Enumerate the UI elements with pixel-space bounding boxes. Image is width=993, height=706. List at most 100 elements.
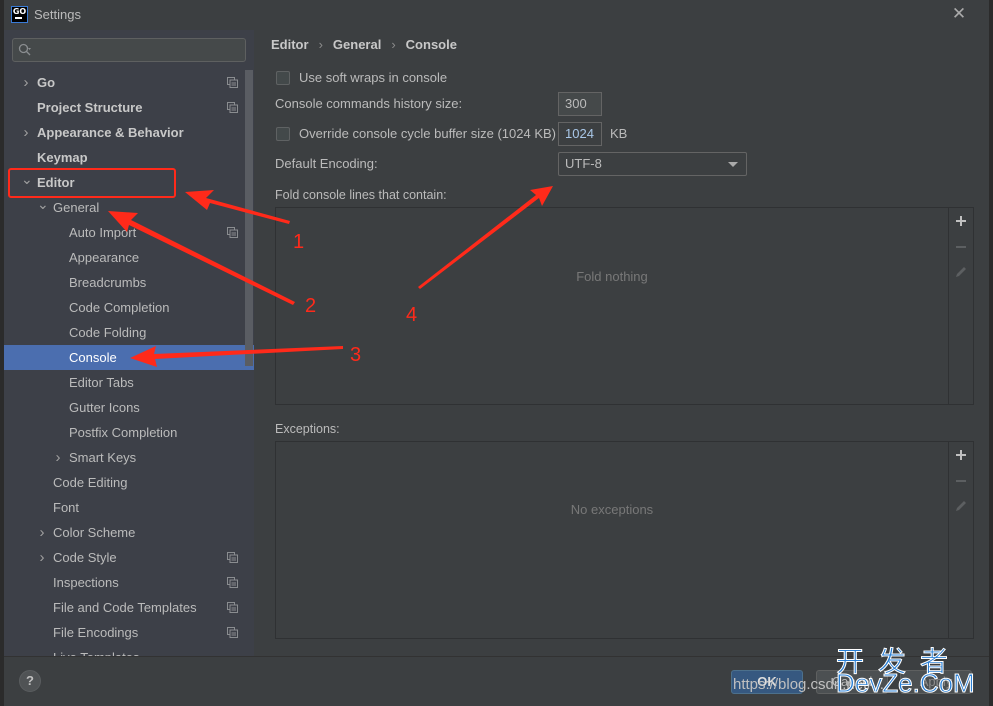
window-title: Settings: [34, 7, 81, 22]
sidebar-item-appearance[interactable]: Appearance: [4, 245, 254, 270]
sidebar-item-code-folding[interactable]: Code Folding: [4, 320, 254, 345]
goland-app-icon: GO: [11, 6, 28, 23]
encoding-value: UTF-8: [565, 156, 602, 171]
help-button[interactable]: ?: [19, 670, 41, 692]
sidebar-item-editor-tabs[interactable]: Editor Tabs: [4, 370, 254, 395]
sidebar-item-label: Keymap: [37, 150, 88, 165]
project-level-settings-icon: [227, 627, 238, 638]
sidebar-item-console[interactable]: Console: [4, 345, 254, 370]
sidebar-item-label: Auto Import: [69, 225, 137, 240]
cycle-buffer-checkbox[interactable]: [276, 126, 290, 141]
fold-lines-list-body[interactable]: Fold nothing: [276, 208, 949, 404]
chevron-down-icon[interactable]: ⌄: [37, 195, 49, 220]
remove-icon[interactable]: [954, 240, 968, 254]
sidebar-item-inspections[interactable]: Inspections: [4, 570, 254, 595]
project-level-settings-icon: [227, 577, 238, 588]
exceptions-list[interactable]: No exceptions: [275, 441, 974, 639]
sidebar-item-label: Appearance & Behavior: [37, 125, 184, 140]
sidebar-item-label: Code Completion: [69, 300, 170, 315]
breadcrumb-separator: ›: [391, 37, 396, 52]
sidebar-item-go[interactable]: › Go: [4, 70, 254, 95]
sidebar-item-appearance-behavior[interactable]: › Appearance & Behavior: [4, 120, 254, 145]
sidebar-item-color-scheme[interactable]: › Color Scheme: [4, 520, 254, 545]
encoding-row: Default Encoding:: [275, 156, 378, 171]
chevron-right-icon[interactable]: ›: [37, 520, 47, 545]
chevron-right-icon[interactable]: ›: [37, 545, 47, 570]
exceptions-empty-text: No exceptions: [570, 502, 654, 517]
sidebar-item-general[interactable]: ⌄ General: [4, 195, 254, 220]
sidebar-item-label: Console: [69, 350, 117, 365]
breadcrumb-item-console: Console: [405, 37, 457, 52]
cycle-buffer-unit: KB: [610, 126, 628, 141]
sidebar-item-file-and-code-templates[interactable]: File and Code Templates: [4, 595, 254, 620]
soft-wraps-row: Use soft wraps in console: [272, 70, 447, 85]
sidebar-item-label: Postfix Completion: [69, 425, 178, 440]
exceptions-toolbar: [949, 442, 973, 638]
sidebar-item-breadcrumbs[interactable]: Breadcrumbs: [4, 270, 254, 295]
project-level-settings-icon: [227, 602, 238, 613]
sidebar-item-label: Go: [37, 75, 56, 90]
dropdown-arrow-icon: [728, 162, 738, 167]
sidebar-item-label: File and Code Templates: [53, 600, 197, 615]
sidebar-item-label: Live Templates: [53, 645, 139, 656]
add-icon[interactable]: [954, 448, 968, 462]
sidebar-item-label: Breadcrumbs: [69, 275, 147, 290]
sidebar-item-code-style[interactable]: › Code Style: [4, 545, 254, 570]
settings-sidebar: › Go Project Structure › Appearance & Behavi…: [4, 30, 254, 656]
cycle-buffer-input[interactable]: 1024: [558, 122, 602, 146]
close-button[interactable]: ✕: [951, 5, 967, 22]
chevron-right-icon[interactable]: ›: [53, 445, 63, 470]
sidebar-item-smart-keys[interactable]: › Smart Keys: [4, 445, 254, 470]
sidebar-item-gutter-icons[interactable]: Gutter Icons: [4, 395, 254, 420]
sidebar-item-project-structure[interactable]: Project Structure: [4, 95, 254, 120]
sidebar-item-label: Code Style: [53, 550, 117, 565]
history-size-row: Console commands history size:: [275, 96, 462, 111]
breadcrumb-item-general[interactable]: General: [333, 37, 381, 52]
chevron-right-icon[interactable]: ›: [21, 70, 31, 95]
sidebar-item-label: Color Scheme: [53, 525, 136, 540]
sidebar-item-label: Project Structure: [37, 100, 143, 115]
project-level-settings-icon: [227, 552, 238, 563]
chevron-down-icon[interactable]: ⌄: [21, 170, 33, 195]
breadcrumb: Editor › General › Console: [271, 37, 457, 52]
settings-search-input[interactable]: [12, 38, 246, 62]
sidebar-item-code-completion[interactable]: Code Completion: [4, 295, 254, 320]
sidebar-item-label: Appearance: [69, 250, 140, 265]
sidebar-item-label: Editor Tabs: [69, 375, 134, 390]
breadcrumb-item-editor[interactable]: Editor: [271, 37, 309, 52]
sidebar-item-font[interactable]: Font: [4, 495, 254, 520]
sidebar-item-code-editing[interactable]: Code Editing: [4, 470, 254, 495]
sidebar-item-label: Gutter Icons: [69, 400, 140, 415]
sidebar-item-auto-import[interactable]: Auto Import: [4, 220, 254, 245]
sidebar-scrollbar[interactable]: [245, 70, 253, 366]
fold-lines-empty-text: Fold nothing: [576, 269, 648, 284]
soft-wraps-checkbox[interactable]: [276, 70, 290, 85]
sidebar-item-file-encodings[interactable]: File Encodings: [4, 620, 254, 645]
sidebar-item-label: Font: [53, 500, 80, 515]
title-bar: GO Settings ✕: [4, 0, 989, 30]
edit-icon[interactable]: [954, 499, 968, 513]
breadcrumb-separator: ›: [318, 37, 323, 52]
sidebar-item-live-templates[interactable]: Live Templates: [4, 645, 254, 656]
sidebar-item-label: File Encodings: [53, 625, 139, 640]
chevron-right-icon[interactable]: ›: [21, 120, 31, 145]
remove-icon[interactable]: [954, 474, 968, 488]
settings-dialog: GO Settings ✕ › Go Project Structure › Appea…: [0, 0, 993, 706]
exceptions-list-body[interactable]: No exceptions: [276, 442, 949, 638]
sidebar-item-label: Code Folding: [69, 325, 147, 340]
sidebar-item-keymap[interactable]: Keymap: [4, 145, 254, 170]
project-level-settings-icon: [227, 77, 238, 88]
watermark-en: DevZe.CoM: [836, 668, 976, 699]
add-icon[interactable]: [954, 214, 968, 228]
settings-tree: › Go Project Structure › Appearance & Behavi…: [4, 70, 254, 656]
history-size-input[interactable]: 300: [558, 92, 602, 116]
fold-lines-list[interactable]: Fold nothing: [275, 207, 974, 405]
soft-wraps-label[interactable]: Use soft wraps in console: [299, 70, 447, 85]
sidebar-item-postfix-completion[interactable]: Postfix Completion: [4, 420, 254, 445]
sidebar-item-editor[interactable]: ⌄ Editor: [4, 170, 254, 195]
default-encoding-dropdown[interactable]: UTF-8: [558, 152, 747, 176]
sidebar-item-label: Editor: [37, 175, 75, 190]
cycle-buffer-row: Override console cycle buffer size (1024…: [272, 126, 556, 141]
cycle-buffer-label[interactable]: Override console cycle buffer size (1024…: [299, 126, 556, 141]
edit-icon[interactable]: [954, 265, 968, 279]
